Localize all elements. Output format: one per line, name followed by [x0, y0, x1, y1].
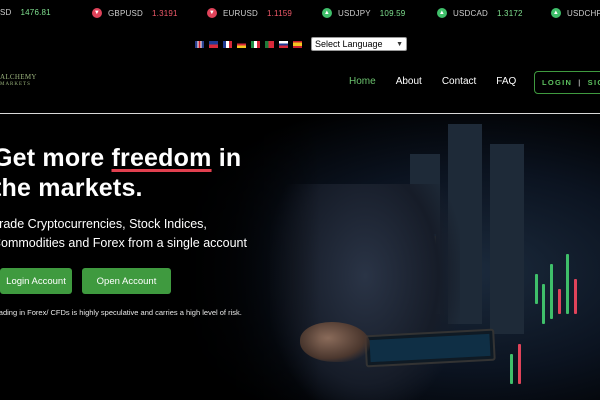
taiwan-flag-icon[interactable] [209, 40, 218, 48]
login-account-button[interactable]: Login Account [0, 268, 72, 294]
portuguese-flag-icon[interactable] [265, 40, 274, 48]
language-select[interactable]: Select Language ▼ [311, 37, 407, 51]
ticker-item[interactable]: ▲ USDCAD 1.3172 [437, 8, 523, 18]
ticker-item[interactable]: USD 1476.81 [0, 8, 51, 17]
ticker-symbol: GBPUSD [108, 8, 143, 18]
russian-flag-icon[interactable] [279, 40, 288, 48]
nav-faq[interactable]: FAQ [496, 76, 516, 87]
auth-button: LOGIN | SIGN [534, 71, 600, 94]
main-nav: Home About Contact FAQ [349, 76, 536, 87]
brand-name: ALCHEMY [0, 73, 37, 81]
auth-separator: | [578, 78, 582, 87]
hero-title-pre: Get more [0, 144, 112, 172]
ticker-item[interactable]: ▲ USDJPY 109.59 [322, 8, 405, 18]
brand-tagline: MARKETS [0, 82, 31, 87]
tablet-device [364, 328, 496, 368]
ticker-item[interactable]: ▲ USDCHF [551, 8, 600, 18]
arrow-down-icon: ▼ [92, 8, 102, 18]
spanish-flag-icon[interactable] [293, 40, 302, 48]
nav-contact[interactable]: Contact [442, 76, 476, 87]
risk-warning: Trading in Forex/ CFDs is highly specula… [0, 308, 242, 317]
ticker-symbol: USDCHF [567, 8, 600, 18]
hero-title-line2: the markets. [0, 174, 143, 202]
hero-title: Get more freedom in the markets. [0, 143, 241, 203]
ticker-symbol: USD [0, 8, 12, 17]
language-bar: Select Language ▼ [195, 37, 407, 51]
chevron-down-icon: ▼ [396, 40, 403, 48]
arrow-up-icon: ▲ [437, 8, 447, 18]
english-flag-icon[interactable] [195, 40, 204, 48]
arrow-down-icon: ▼ [207, 8, 217, 18]
hero-title-highlight: freedom [111, 144, 212, 172]
ticker-symbol: USDJPY [338, 8, 371, 18]
hero-subtitle: Trade Cryptocurrencies, Stock Indices, C… [0, 217, 247, 250]
login-link[interactable]: LOGIN [542, 78, 572, 87]
ticker-price: 1.3191 [152, 8, 178, 18]
nav-about[interactable]: About [396, 76, 422, 87]
open-account-button[interactable]: Open Account [82, 268, 171, 294]
language-select-value: Select Language [315, 39, 383, 49]
ticker-item[interactable]: ▼ EURUSD 1.1159 [207, 8, 292, 18]
ticker-price: 1.3172 [496, 8, 523, 18]
arrow-up-icon: ▲ [551, 8, 561, 18]
price-ticker: USD 1476.81 ▼ GBPUSD 1.3191 ▼ EURUSD 1.1… [0, 0, 600, 28]
signup-link[interactable]: SIGN [588, 78, 600, 87]
italian-flag-icon[interactable] [251, 40, 260, 48]
ticker-item[interactable]: ▼ GBPUSD 1.3191 [92, 8, 178, 18]
arrow-up-icon: ▲ [322, 8, 332, 18]
ticker-price: 109.59 [379, 8, 406, 18]
hero-title-post: in [211, 144, 242, 172]
german-flag-icon[interactable] [237, 40, 246, 48]
french-flag-icon[interactable] [223, 40, 232, 48]
ticker-price: 1.1159 [266, 8, 293, 18]
brand-logo[interactable]: ALCHEMY MARKETS [0, 73, 40, 87]
ticker-price: 1476.81 [20, 8, 51, 17]
nav-home[interactable]: Home [349, 76, 376, 87]
ticker-symbol: USDCAD [453, 8, 488, 18]
ticker-symbol: EURUSD [223, 8, 258, 18]
